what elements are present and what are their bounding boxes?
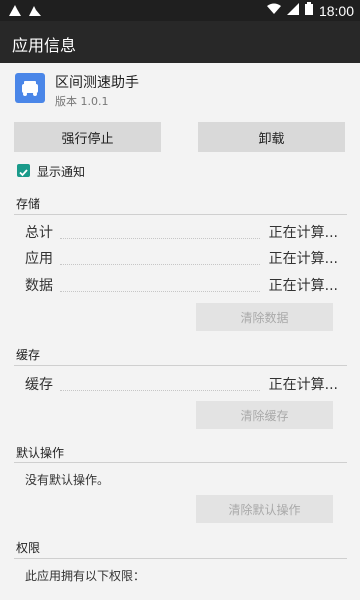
default-actions-text: 没有默认操作。: [25, 473, 110, 487]
divider: [14, 365, 347, 366]
row-leader: [60, 291, 260, 292]
permissions-section-title: 权限: [16, 541, 41, 555]
app-version: 版本 1.0.1: [55, 95, 109, 108]
notification-icon: [28, 3, 42, 21]
cache-value: 正在计算...: [268, 377, 338, 393]
battery-icon: [304, 2, 313, 19]
cache-label: 缓存: [25, 377, 53, 393]
storage-data-value: 正在计算...: [268, 278, 338, 294]
storage-total-label: 总计: [25, 225, 53, 241]
storage-total-value: 正在计算...: [268, 225, 338, 241]
page-title: 应用信息: [12, 36, 77, 55]
notification-icon: [8, 3, 22, 21]
clear-defaults-button[interactable]: 清除默认操作: [196, 495, 333, 523]
signal-icon: [286, 2, 299, 19]
storage-app-value: 正在计算...: [268, 251, 338, 267]
cache-section-title: 缓存: [16, 348, 41, 362]
permissions-text: 此应用拥有以下权限：: [25, 569, 146, 583]
status-bar: 18:00: [0, 0, 360, 21]
clock: 18:00: [318, 2, 354, 19]
app-name: 区间测速助手: [55, 75, 139, 91]
show-notification-label: 显示通知: [37, 165, 86, 179]
wifi-icon: [266, 3, 281, 19]
row-leader: [60, 238, 260, 239]
divider: [14, 462, 347, 463]
divider: [14, 214, 347, 215]
checkmark-icon: [19, 169, 28, 177]
uninstall-button[interactable]: 卸载: [198, 122, 345, 152]
app-icon: [15, 73, 45, 103]
show-notification-checkbox[interactable]: [17, 164, 30, 177]
row-leader: [60, 264, 260, 265]
default-actions-section-title: 默认操作: [16, 446, 65, 460]
clear-cache-button[interactable]: 清除缓存: [196, 401, 333, 429]
app-bar: 应用信息: [0, 21, 360, 63]
storage-data-label: 数据: [25, 278, 53, 294]
storage-section-title: 存储: [16, 197, 41, 211]
force-stop-button[interactable]: 强行停止: [14, 122, 161, 152]
clear-data-button[interactable]: 清除数据: [196, 303, 333, 331]
row-leader: [60, 390, 260, 391]
divider: [14, 558, 347, 559]
storage-app-label: 应用: [25, 251, 53, 267]
